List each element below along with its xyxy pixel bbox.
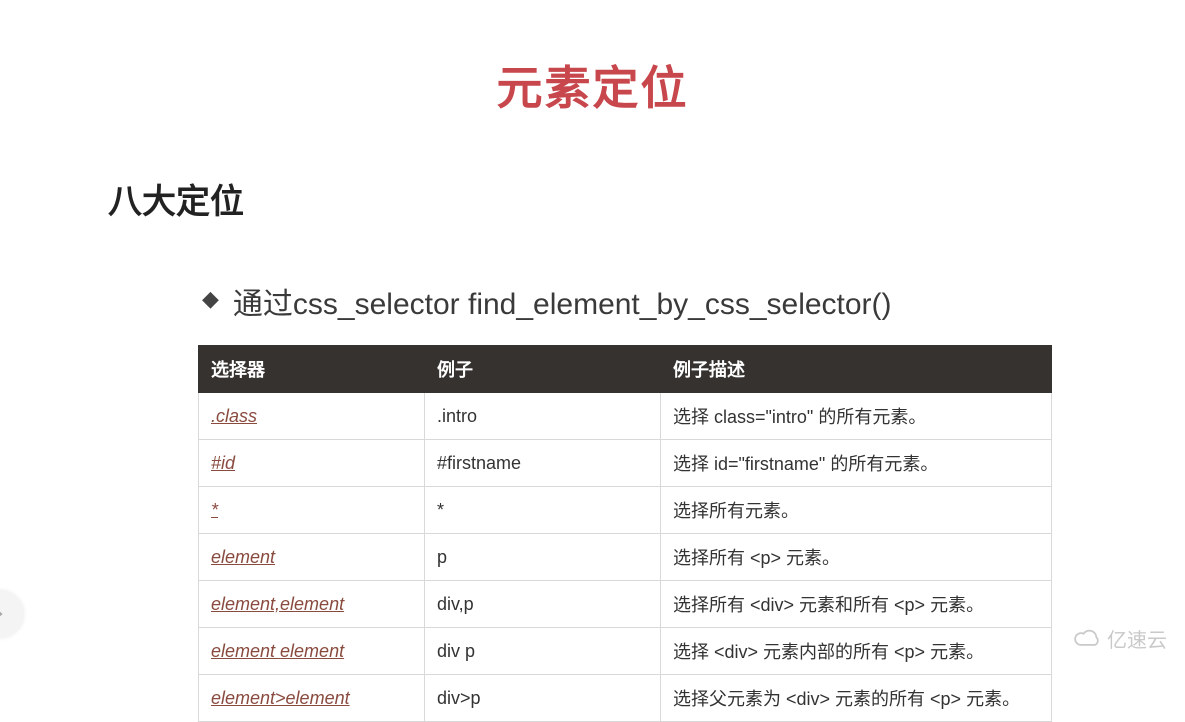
selector-link[interactable]: element xyxy=(211,547,275,567)
selector-link[interactable]: element,element xyxy=(211,594,344,614)
cloud-icon xyxy=(1073,629,1101,649)
desc-cell: 选择父元素为 <div> 元素的所有 <p> 元素。 xyxy=(661,675,1052,722)
table-row: element element div p 选择 <div> 元素内部的所有 <… xyxy=(199,628,1052,675)
bullet-item: ◆ 通过css_selector find_element_by_css_sel… xyxy=(202,279,1185,323)
table-row: element,element div,p 选择所有 <div> 元素和所有 <… xyxy=(199,581,1052,628)
diamond-icon: ◆ xyxy=(202,286,219,312)
desc-cell: 选择所有 <p> 元素。 xyxy=(661,534,1052,581)
th-selector: 选择器 xyxy=(199,346,425,393)
selector-link[interactable]: element>element xyxy=(211,688,350,708)
th-desc: 例子描述 xyxy=(661,346,1052,393)
page-title: 元素定位 xyxy=(0,0,1185,118)
prev-arrow-button[interactable] xyxy=(0,590,24,638)
desc-cell: 选择 class="intro" 的所有元素。 xyxy=(661,393,1052,440)
section-title: 八大定位 xyxy=(108,174,1185,223)
selector-link[interactable]: .class xyxy=(211,406,257,426)
example-cell: p xyxy=(425,534,661,581)
example-cell: div,p xyxy=(425,581,661,628)
desc-cell: 选择 <div> 元素内部的所有 <p> 元素。 xyxy=(661,628,1052,675)
table-row: .class .intro 选择 class="intro" 的所有元素。 xyxy=(199,393,1052,440)
example-cell: div p xyxy=(425,628,661,675)
desc-cell: 选择所有元素。 xyxy=(661,487,1052,534)
desc-cell: 选择所有 <div> 元素和所有 <p> 元素。 xyxy=(661,581,1052,628)
th-example: 例子 xyxy=(425,346,661,393)
table-row: element p 选择所有 <p> 元素。 xyxy=(199,534,1052,581)
example-cell: .intro xyxy=(425,393,661,440)
selector-link[interactable]: element element xyxy=(211,641,344,661)
desc-cell: 选择 id="firstname" 的所有元素。 xyxy=(661,440,1052,487)
watermark: 亿速云 xyxy=(1073,624,1167,653)
table-header-row: 选择器 例子 例子描述 xyxy=(199,346,1052,393)
example-cell: div>p xyxy=(425,675,661,722)
selector-link[interactable]: #id xyxy=(211,453,235,473)
css-selector-table: 选择器 例子 例子描述 .class .intro 选择 class="intr… xyxy=(198,345,1052,722)
table-row: #id #firstname 选择 id="firstname" 的所有元素。 xyxy=(199,440,1052,487)
table-row: * * 选择所有元素。 xyxy=(199,487,1052,534)
chevron-right-icon xyxy=(0,606,8,622)
example-cell: #firstname xyxy=(425,440,661,487)
table-row: element>element div>p 选择父元素为 <div> 元素的所有… xyxy=(199,675,1052,722)
watermark-text: 亿速云 xyxy=(1107,624,1167,653)
selector-link[interactable]: * xyxy=(211,500,218,520)
bullet-text: 通过css_selector find_element_by_css_selec… xyxy=(233,279,892,323)
example-cell: * xyxy=(425,487,661,534)
